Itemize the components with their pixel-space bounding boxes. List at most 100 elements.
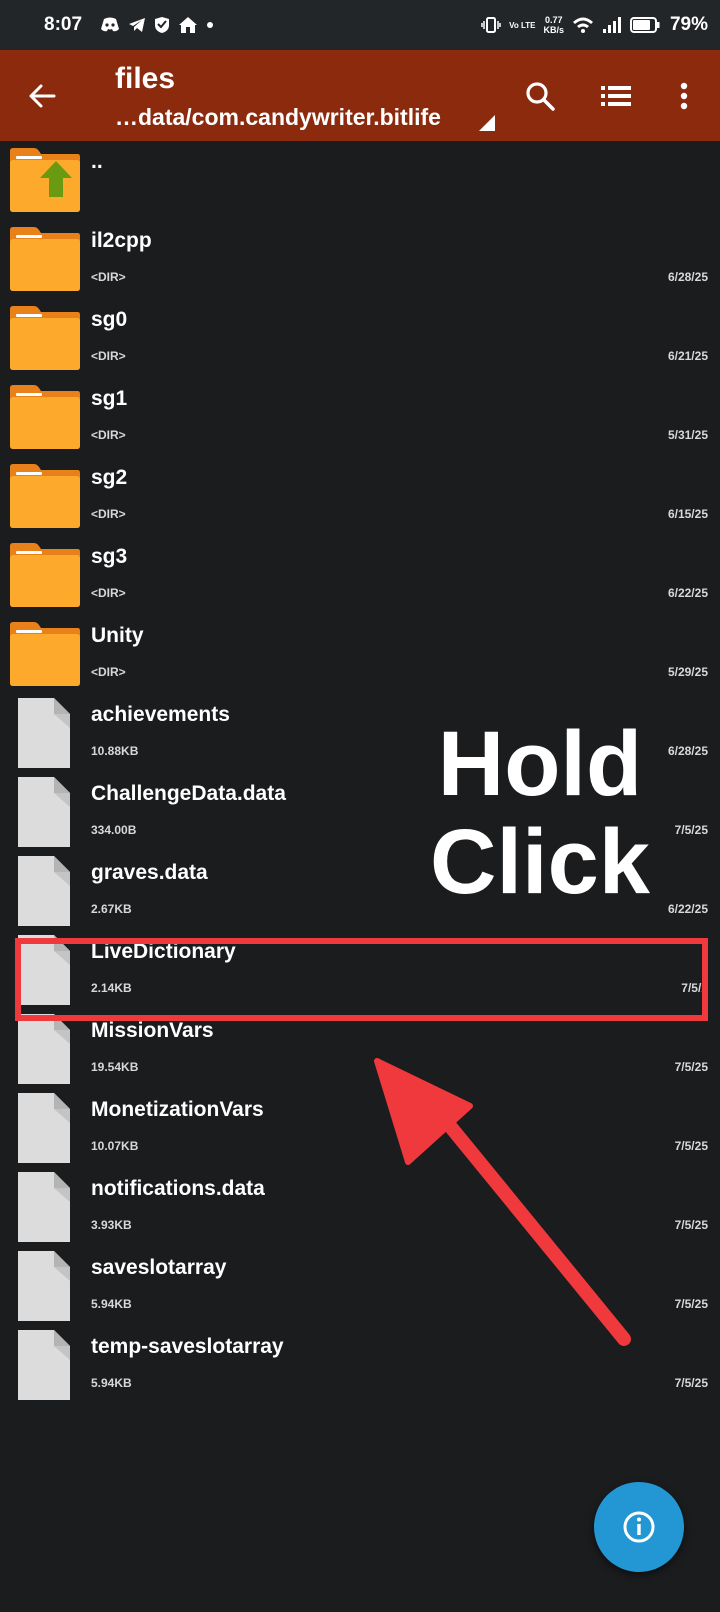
battery-percent: 79% (669, 14, 708, 35)
app-toolbar: files …data/com.candywriter.bitlife (0, 50, 720, 141)
folder-row[interactable]: sg0 <DIR> 6/21/25 (0, 299, 720, 378)
more-options-button[interactable] (662, 74, 706, 118)
file-size: 5.94KB (91, 1297, 132, 1311)
file-size: 10.07KB (91, 1139, 139, 1153)
list-view-icon (601, 86, 631, 106)
file-size: 19.54KB (91, 1060, 139, 1074)
battery-icon (630, 17, 660, 33)
file-name: Unity (91, 624, 144, 647)
file-date: 7/5/25 (674, 1218, 708, 1232)
list-view-button[interactable] (594, 74, 638, 118)
file-icon (18, 1172, 70, 1242)
folder-icon (10, 543, 80, 607)
file-name: notifications.data (91, 1177, 265, 1200)
highlight-box (15, 938, 708, 1021)
file-date: 7/5/25 (674, 1060, 708, 1074)
dir-label: <DIR> (91, 586, 126, 600)
file-name: temp-saveslotarray (91, 1335, 284, 1358)
telegram-icon (129, 18, 145, 32)
dir-label: <DIR> (91, 665, 126, 679)
file-icon (18, 1014, 70, 1084)
folder-row[interactable]: Unity <DIR> 5/29/25 (0, 615, 720, 694)
file-icon (18, 856, 70, 926)
file-size: 5.94KB (91, 1376, 132, 1390)
net-speed-unit: KB/s (543, 25, 564, 35)
path-selector[interactable]: …data/com.candywriter.bitlife (115, 104, 441, 131)
folder-up-icon (10, 148, 80, 212)
file-name: MissionVars (91, 1019, 214, 1042)
folder-icon (10, 227, 80, 291)
file-size: 2.67KB (91, 902, 132, 916)
folder-icon (10, 622, 80, 686)
wifi-icon (573, 17, 593, 33)
file-date: 7/5/25 (674, 1139, 708, 1153)
file-icon (18, 698, 70, 768)
file-row[interactable]: notifications.data 3.93KB 7/5/25 (0, 1168, 720, 1247)
file-name: il2cpp (91, 229, 152, 252)
file-date: 6/21/25 (667, 349, 708, 363)
file-name: ChallengeData.data (91, 782, 286, 805)
net-speed-value: 0.77 (544, 15, 563, 25)
file-size: 3.93KB (91, 1218, 132, 1232)
folder-row[interactable]: sg2 <DIR> 6/15/25 (0, 457, 720, 536)
status-system-icons: Vo LTE 0.77 KB/s (481, 13, 660, 37)
file-icon (18, 1093, 70, 1163)
home-icon (179, 17, 197, 33)
hold-click-annotation: Hold Click (400, 715, 680, 911)
annotation-line-2: Click (430, 811, 650, 913)
annotation-line-1: Hold (437, 713, 643, 815)
folder-icon (10, 385, 80, 449)
file-icon (18, 1330, 70, 1400)
file-row[interactable]: saveslotarray 5.94KB 7/5/25 (0, 1247, 720, 1326)
back-arrow-icon (29, 84, 56, 108)
folder-icon (10, 464, 80, 528)
file-name: sg2 (91, 466, 128, 489)
file-date: 6/22/25 (667, 586, 708, 600)
file-row[interactable]: MissionVars 19.54KB 7/5/25 (0, 1010, 720, 1089)
file-icon (18, 777, 70, 847)
search-button[interactable] (518, 74, 562, 118)
page-title: files (115, 62, 176, 95)
back-button[interactable] (22, 76, 62, 116)
dropdown-corner-icon[interactable] (478, 114, 496, 132)
dot-icon (207, 22, 213, 28)
file-name: saveslotarray (91, 1256, 227, 1279)
file-name: achievements (91, 703, 230, 726)
parent-directory-row[interactable]: .. (0, 141, 720, 220)
file-size: 10.88KB (91, 744, 139, 758)
info-fab-button[interactable] (594, 1482, 684, 1572)
folder-row[interactable]: il2cpp <DIR> 6/28/25 (0, 220, 720, 299)
dir-label: <DIR> (91, 349, 126, 363)
file-date: 5/31/25 (667, 428, 708, 442)
file-name: sg0 (91, 308, 128, 331)
info-icon (623, 1511, 655, 1543)
search-icon (526, 82, 555, 111)
file-name: MonetizationVars (91, 1098, 264, 1121)
shield-icon (155, 17, 169, 33)
folder-icon (10, 306, 80, 370)
net-speed: 0.77 KB/s (543, 15, 564, 35)
file-row[interactable]: temp-saveslotarray 5.94KB 7/5/25 (0, 1326, 720, 1405)
file-date: 5/29/25 (667, 665, 708, 679)
file-row[interactable]: MonetizationVars 10.07KB 7/5/25 (0, 1089, 720, 1168)
status-notification-icons (100, 13, 214, 37)
file-size: 334.00B (91, 823, 137, 837)
folder-row[interactable]: sg3 <DIR> 6/22/25 (0, 536, 720, 615)
file-date: 6/15/25 (667, 507, 708, 521)
dir-label: <DIR> (91, 428, 126, 442)
status-bar: 8:07 Vo LTE 0.77 KB/s 79% (0, 0, 720, 50)
file-name: sg1 (91, 387, 128, 410)
more-vert-icon (680, 82, 688, 110)
folder-row[interactable]: sg1 <DIR> 5/31/25 (0, 378, 720, 457)
discord-icon (101, 17, 119, 32)
file-name: graves.data (91, 861, 208, 884)
status-time: 8:07 (44, 14, 83, 35)
signal-icon (603, 17, 621, 33)
file-icon (18, 1251, 70, 1321)
file-name: .. (91, 150, 103, 173)
file-date: 6/28/25 (667, 270, 708, 284)
volte-icon: Vo LTE (509, 20, 536, 30)
file-date: 7/5/25 (674, 1376, 708, 1390)
dir-label: <DIR> (91, 507, 126, 521)
dir-label: <DIR> (91, 270, 126, 284)
